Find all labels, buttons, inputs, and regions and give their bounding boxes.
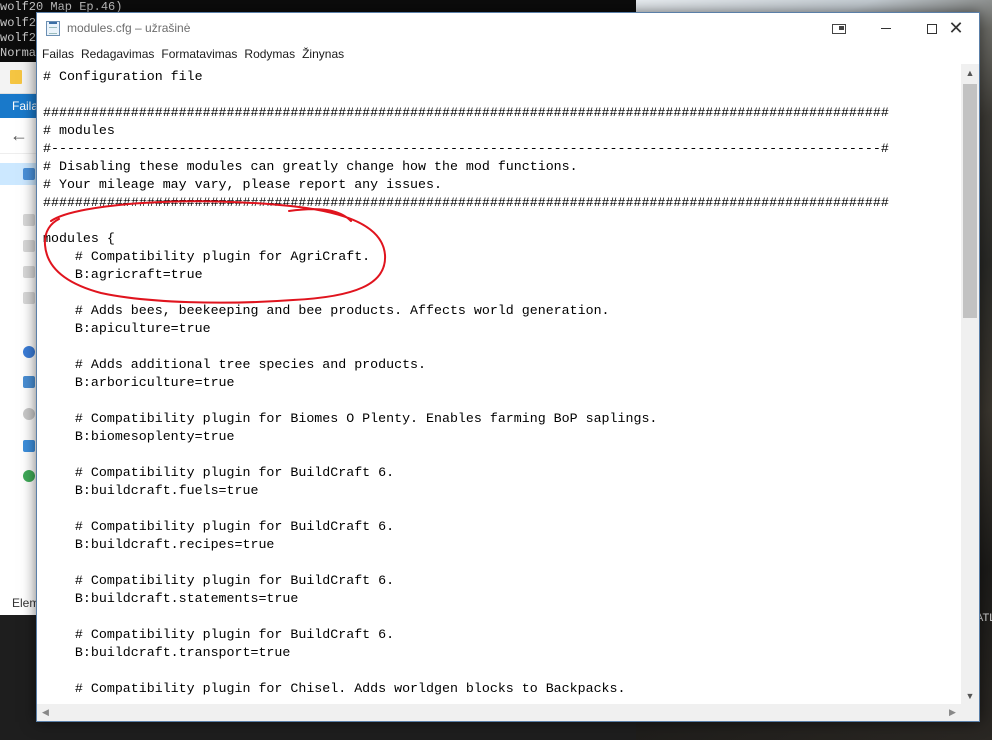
explorer-nav-bar: ← — [0, 118, 38, 154]
horizontal-scrollbar[interactable]: ◀ ▶ — [37, 704, 961, 721]
code-line: # Compatibility plugin for Chisel. Adds … — [43, 681, 626, 696]
window-title: modules.cfg – užrašinė — [67, 21, 191, 35]
compact-overlay-icon — [832, 23, 846, 34]
text-editor-area[interactable]: # Configuration file ####################… — [37, 64, 961, 704]
explorer-toolbar — [0, 62, 38, 94]
code-line: B:buildcraft.transport=true — [43, 645, 291, 660]
code-line: # Compatibility plugin for BuildCraft 6. — [43, 465, 395, 480]
scroll-left-arrow-icon[interactable]: ◀ — [37, 704, 54, 721]
back-arrow-icon[interactable]: ← — [10, 126, 28, 144]
explorer-status-bar: Elem — [0, 592, 39, 614]
file-icon — [23, 240, 35, 252]
folder-icon — [10, 70, 22, 84]
code-line: # Compatibility plugin for Biomes O Plen… — [43, 411, 658, 426]
homegroup-icon — [23, 470, 35, 482]
notepad-icon — [46, 21, 60, 36]
disc-icon — [23, 408, 35, 420]
vertical-scroll-thumb[interactable] — [963, 84, 977, 318]
file-icon — [23, 214, 35, 226]
scroll-up-arrow-icon[interactable]: ▲ — [961, 64, 979, 81]
code-line: # Compatibility plugin for AgriCraft. — [43, 249, 371, 264]
explorer-ribbon-tab[interactable]: Faila — [0, 94, 38, 118]
code-line: B:arboriculture=true — [43, 375, 235, 390]
menu-format[interactable]: Formatavimas — [161, 44, 244, 64]
menu-bar: Failas Redagavimas Formatavimas Rodymas … — [37, 44, 979, 64]
code-line: # Adds bees, beekeeping and bee products… — [43, 303, 610, 318]
scroll-right-arrow-icon[interactable]: ▶ — [944, 704, 961, 721]
scrollbar-corner — [961, 704, 979, 721]
explorer-ribbon-label: Faila — [12, 99, 39, 113]
code-line: # Disabling these modules can greatly ch… — [43, 159, 578, 174]
code-line: B:apiculture=true — [43, 321, 211, 336]
menu-file[interactable]: Failas — [42, 44, 81, 64]
code-line: B:buildcraft.fuels=true — [43, 483, 259, 498]
star-icon — [23, 168, 35, 180]
close-icon: ✕ — [948, 17, 964, 39]
code-line: # Adds additional tree species and produ… — [43, 357, 427, 372]
code-line: # modules — [43, 123, 115, 138]
code-line: # Your mileage may vary, please report a… — [43, 177, 442, 192]
code-line: B:buildcraft.statements=true — [43, 591, 299, 606]
code-line: ########################################… — [43, 195, 889, 210]
compact-overlay-button[interactable] — [819, 13, 859, 44]
notepad-window[interactable]: modules.cfg – užrašinė ✕ Failas Redagavi… — [36, 12, 980, 722]
title-bar[interactable]: modules.cfg – užrašinė ✕ — [37, 13, 979, 44]
cloud-icon — [23, 346, 35, 358]
code-line: ########################################… — [43, 105, 889, 120]
file-icon — [23, 292, 35, 304]
minimize-button[interactable] — [863, 13, 909, 44]
network-icon — [23, 440, 35, 452]
code-line: modules { — [43, 231, 115, 246]
vertical-scrollbar[interactable]: ▲ ▼ — [961, 64, 979, 704]
code-line: # Compatibility plugin for BuildCraft 6. — [43, 627, 395, 642]
code-line: # Compatibility plugin for BuildCraft 6. — [43, 519, 395, 534]
minimize-icon — [881, 28, 891, 29]
code-line: # Compatibility plugin for BuildCraft 6. — [43, 573, 395, 588]
close-button[interactable]: ✕ — [933, 13, 979, 44]
scroll-down-arrow-icon[interactable]: ▼ — [961, 687, 979, 704]
code-line: B:biomesoplenty=true — [43, 429, 235, 444]
menu-help[interactable]: Žinynas — [302, 44, 351, 64]
code-line: B:buildcraft.recipes=true — [43, 537, 275, 552]
file-icon — [23, 266, 35, 278]
computer-icon — [23, 376, 35, 388]
menu-edit[interactable]: Redagavimas — [81, 44, 161, 64]
menu-view[interactable]: Rodymas — [244, 44, 302, 64]
code-line: # Configuration file — [43, 69, 203, 84]
code-line: B:agricraft=true — [43, 267, 203, 282]
code-line: #---------------------------------------… — [43, 141, 889, 156]
